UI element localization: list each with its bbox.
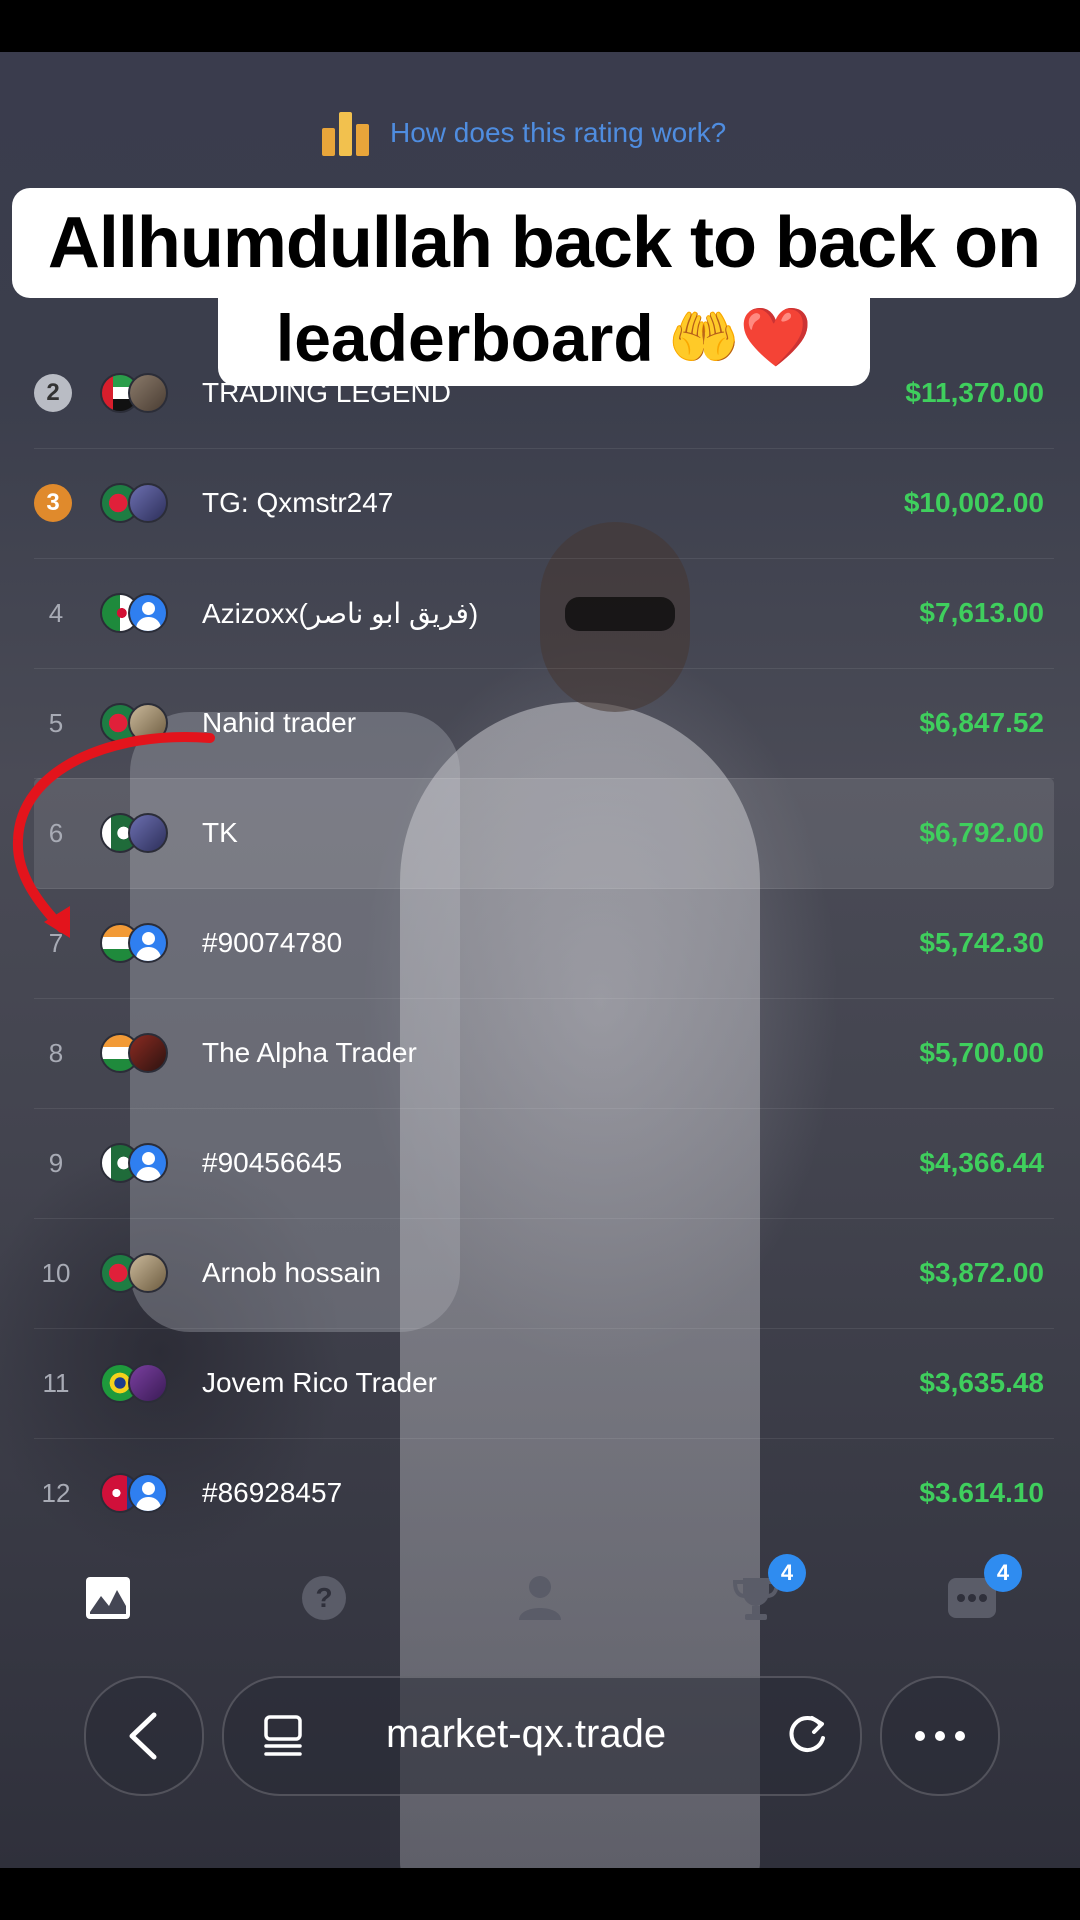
trophy-icon[interactable]: 4 bbox=[726, 1554, 806, 1628]
bronze-medal-icon: 3 bbox=[34, 484, 72, 522]
trader-name: #90074780 bbox=[202, 927, 343, 958]
rank-number: 8 bbox=[48, 1037, 64, 1068]
leaderboard-row[interactable]: 9 #90456645 $4,366.44 bbox=[34, 1108, 1054, 1219]
profit-amount: $5,742.30 bbox=[919, 927, 1044, 958]
profit-amount: $6,847.52 bbox=[919, 707, 1044, 738]
trader-name: Jovem Rico Trader bbox=[202, 1367, 437, 1398]
profit-amount: $10,002.00 bbox=[903, 487, 1044, 518]
praying-hands-heart-icon: 🤲❤️ bbox=[667, 305, 813, 370]
browser-address-bar[interactable]: market-qx.trade bbox=[222, 1676, 862, 1796]
more-dots-icon bbox=[915, 1731, 965, 1741]
rating-info-link[interactable]: How does this rating work? bbox=[322, 110, 726, 156]
avatar bbox=[128, 1363, 168, 1403]
trader-name: #86928457 bbox=[202, 1477, 343, 1508]
chat-badge: 4 bbox=[984, 1554, 1022, 1592]
rating-bars-icon bbox=[322, 110, 370, 156]
profit-amount: $3,872.00 bbox=[919, 1257, 1044, 1288]
default-user-icon bbox=[128, 1473, 168, 1513]
default-user-icon bbox=[128, 1143, 168, 1183]
profit-amount: $3,635.48 bbox=[919, 1367, 1044, 1398]
profit-amount: $11,370.00 bbox=[905, 377, 1044, 408]
browser-back-button[interactable] bbox=[84, 1676, 204, 1796]
red-curved-arrow bbox=[12, 732, 215, 938]
browser-url-text: market-qx.trade bbox=[386, 1712, 667, 1756]
caption-line-1: Allhumdullah back to back on bbox=[12, 188, 1076, 298]
bottom-black-bar bbox=[0, 1868, 1080, 1920]
app-bottom-nav: ? 4 4 bbox=[0, 1548, 1080, 1644]
reload-icon[interactable] bbox=[784, 1712, 830, 1758]
trader-name: Arnob hossain bbox=[202, 1257, 382, 1288]
trophy-badge: 4 bbox=[768, 1554, 806, 1592]
trader-name: The Alpha Trader bbox=[202, 1037, 417, 1068]
avatar bbox=[128, 1253, 168, 1293]
caption-text-1: Allhumdullah back to back on bbox=[47, 203, 1041, 283]
chat-icon[interactable]: 4 bbox=[942, 1554, 1022, 1628]
avatar bbox=[128, 1033, 168, 1073]
trader-name: #90456645 bbox=[202, 1147, 343, 1178]
leaderboard-row[interactable]: 4 Azizoxx(فريق ابو ناصر) $7,613.00 bbox=[34, 558, 1054, 669]
trader-name: TK bbox=[202, 817, 238, 848]
profit-amount: $5,700.00 bbox=[919, 1037, 1044, 1068]
help-icon[interactable]: ? bbox=[294, 1568, 354, 1628]
rank-number: 12 bbox=[41, 1477, 71, 1508]
rank-number: 9 bbox=[48, 1147, 64, 1178]
leaderboard-row[interactable]: 3 TG: Qxmstr247 $10,002.00 bbox=[34, 448, 1054, 559]
caption-line-2: leaderboard 🤲❤️ bbox=[218, 290, 870, 386]
profit-amount: $3.614.10 bbox=[919, 1477, 1044, 1508]
rank-number: 10 bbox=[41, 1257, 71, 1288]
silver-medal-icon: 2 bbox=[34, 374, 72, 412]
svg-text:?: ? bbox=[315, 1582, 332, 1613]
avatar bbox=[128, 483, 168, 523]
profile-icon[interactable] bbox=[510, 1568, 570, 1628]
caption-text-2: leaderboard bbox=[275, 301, 654, 375]
avatar bbox=[128, 373, 168, 413]
leaderboard-row[interactable]: 8 The Alpha Trader $5,700.00 bbox=[34, 998, 1054, 1109]
default-user-icon bbox=[128, 593, 168, 633]
rating-link-label: How does this rating work? bbox=[390, 117, 727, 148]
trader-name: Nahid trader bbox=[202, 707, 357, 738]
rank-number: 4 bbox=[48, 597, 64, 628]
profit-amount: $6,792.00 bbox=[919, 817, 1044, 848]
browser-more-button[interactable] bbox=[880, 1676, 1000, 1796]
leaderboard-row[interactable]: 10 Arnob hossain $3,872.00 bbox=[34, 1218, 1054, 1329]
leaderboard-row[interactable]: 12 #86928457 $3.614.10 bbox=[34, 1438, 1054, 1548]
tabs-icon bbox=[264, 1715, 302, 1756]
chart-icon[interactable] bbox=[78, 1568, 138, 1628]
chevron-left-icon bbox=[129, 1712, 157, 1760]
trader-name: Azizoxx(فريق ابو ناصر) bbox=[202, 597, 479, 629]
leaderboard-row[interactable]: 11 Jovem Rico Trader $3,635.48 bbox=[34, 1328, 1054, 1439]
profit-amount: $7,613.00 bbox=[919, 597, 1044, 628]
trader-name: TG: Qxmstr247 bbox=[202, 487, 394, 518]
rank-number: 11 bbox=[42, 1367, 70, 1398]
profit-amount: $4,366.44 bbox=[919, 1147, 1044, 1178]
top-black-bar bbox=[0, 0, 1080, 52]
